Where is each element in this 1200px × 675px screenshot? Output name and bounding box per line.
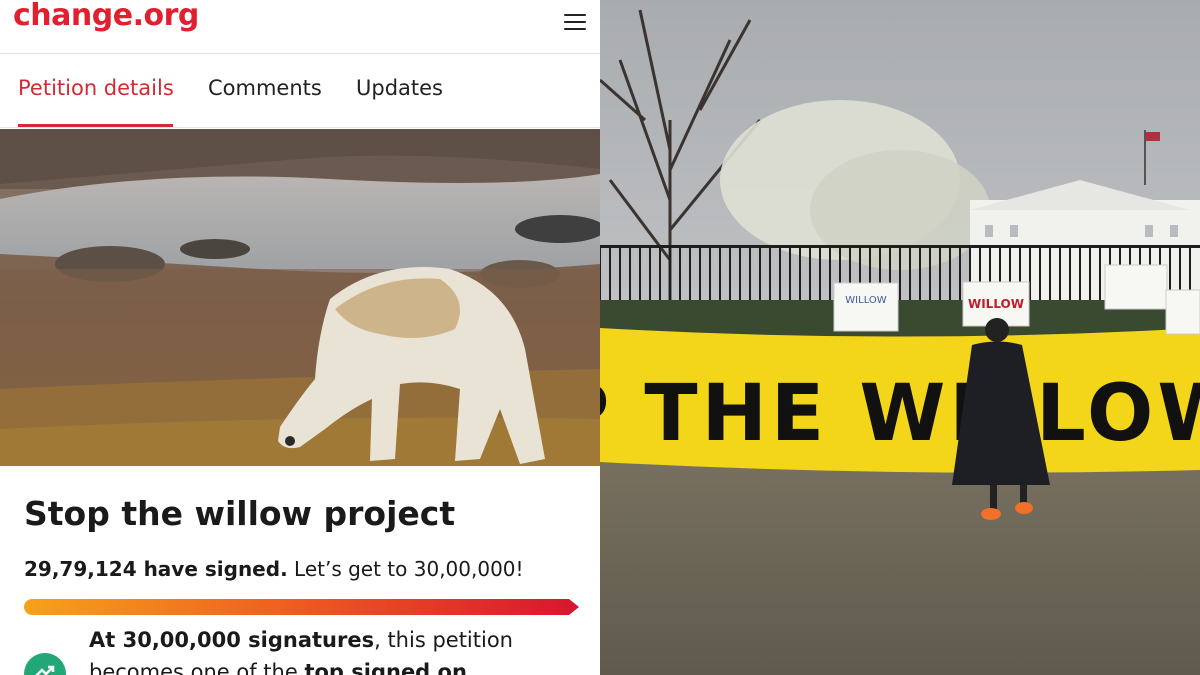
protest-photo: STOP THE WILLOW OIL WILLOW WILLOW [600, 0, 1200, 675]
banner-text: STOP THE WILLOW OIL [600, 369, 1200, 459]
milestone-bold: At 30,00,000 signatures [89, 628, 375, 652]
tab-petition-details[interactable]: Petition details [18, 76, 174, 100]
hamburger-menu-icon[interactable] [562, 12, 588, 32]
milestone-bold-2: top signed on [304, 660, 467, 675]
milestone-message: At 30,00,000 signatures, this petition b… [89, 624, 579, 675]
signature-progress-bar [24, 599, 579, 615]
tab-updates[interactable]: Updates [356, 76, 443, 100]
petition-page: change.org Petition details Comments Upd… [0, 0, 600, 675]
petition-tabs: Petition details Comments Updates [0, 54, 600, 128]
trending-up-icon [24, 653, 66, 675]
petition-card: Stop the willow project 29,79,124 have s… [0, 466, 600, 675]
active-tab-indicator [18, 124, 173, 127]
signature-goal: Let’s get to 30,00,000! [294, 557, 524, 581]
top-navbar: change.org [0, 0, 600, 54]
protest-sign-text: WILLOW [845, 295, 886, 306]
signature-count-line: 29,79,124 have signed. Let’s get to 30,0… [24, 557, 524, 581]
tab-comments[interactable]: Comments [208, 76, 322, 100]
signature-count: 29,79,124 have signed. [24, 557, 288, 581]
polar-bear-photo [0, 129, 600, 466]
protest-sign-2-text: WILLOW [968, 297, 1024, 311]
petition-title: Stop the willow project [24, 494, 456, 533]
change-org-logo[interactable]: change.org [13, 0, 199, 33]
protest-sign [833, 282, 899, 332]
